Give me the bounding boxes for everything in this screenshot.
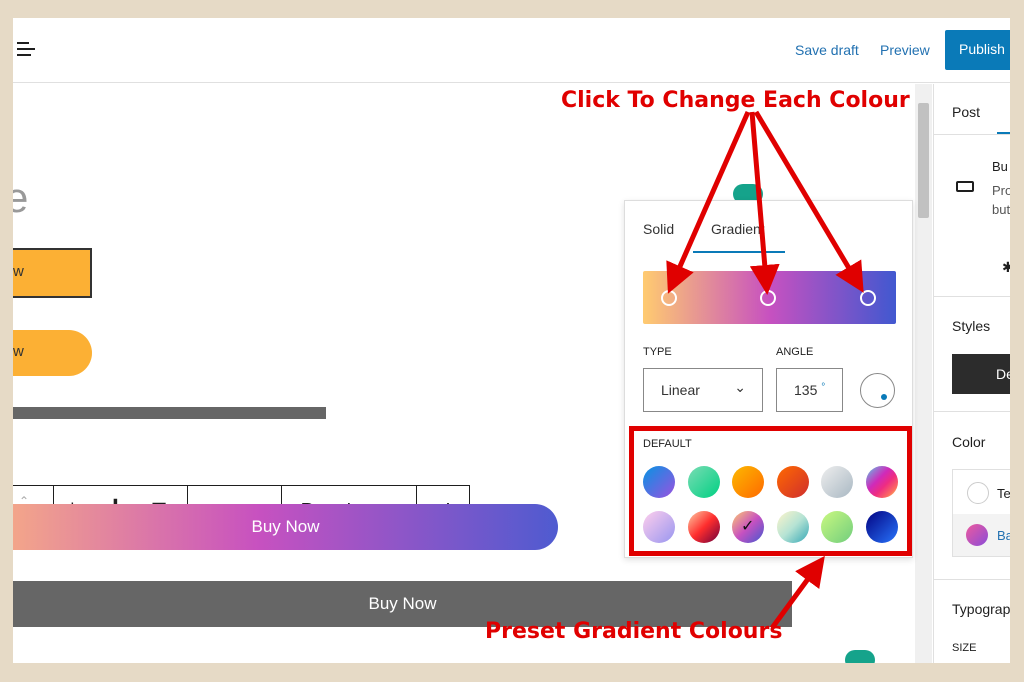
arrow (753, 110, 864, 293)
annotation-bottom: Preset Gradient Colours (485, 619, 783, 644)
annotation-top: Click To Change Each Colour (561, 88, 910, 113)
arrow (666, 110, 751, 294)
arrow (749, 111, 780, 295)
